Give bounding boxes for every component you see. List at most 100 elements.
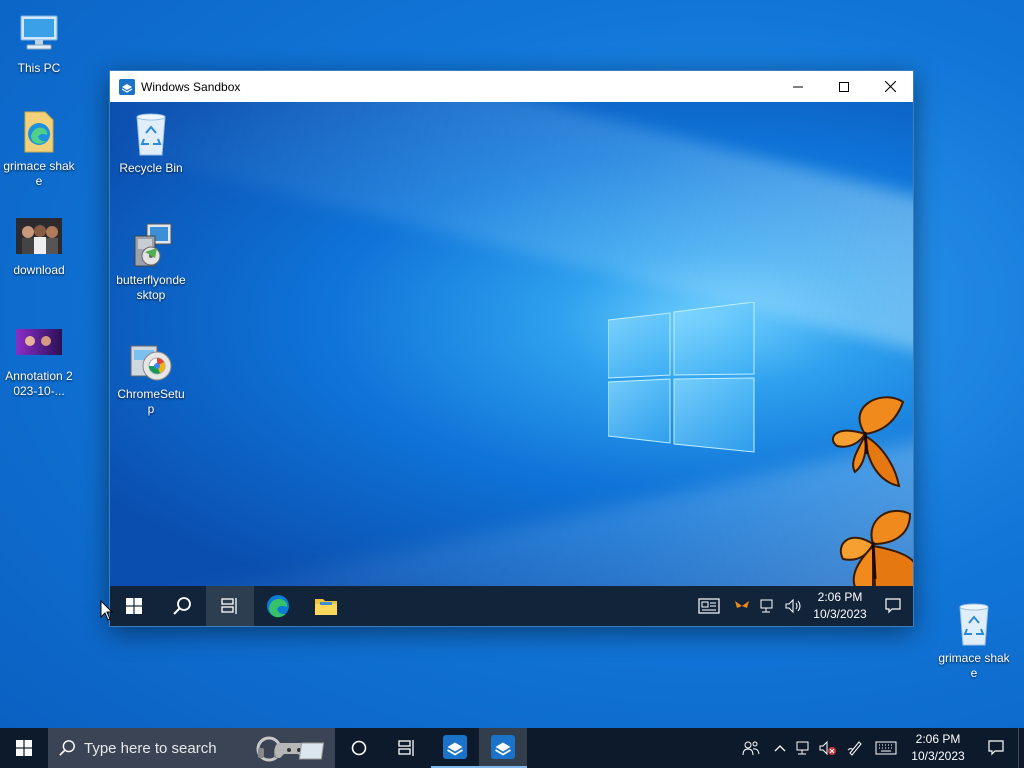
start-button[interactable]	[0, 728, 48, 768]
taskbar-clock[interactable]: 2:06 PM 10/3/2023	[902, 731, 974, 765]
sandbox-task-view-button[interactable]	[206, 586, 254, 626]
task-view-icon	[398, 740, 414, 756]
people-button[interactable]	[734, 728, 768, 768]
desktop-icon-download[interactable]: download	[0, 212, 78, 278]
desktop-icon-grimace-shake-folder[interactable]: grimace shake	[0, 108, 78, 189]
taskbar-sandbox-app[interactable]	[431, 728, 479, 768]
sandbox-system-tray: 2:06 PM 10/3/2023	[689, 586, 913, 626]
edge-folder-icon	[15, 108, 63, 156]
sandbox-icon-recycle-bin[interactable]: Recycle Bin	[112, 110, 190, 176]
wallpaper-light-beam	[110, 433, 913, 587]
sandbox-titlebar[interactable]: Windows Sandbox	[110, 71, 913, 102]
task-view-button[interactable]	[383, 728, 431, 768]
windows-start-icon	[16, 740, 32, 756]
recycle-bin-icon	[950, 600, 998, 648]
minimize-button[interactable]	[775, 71, 821, 102]
pen-icon	[847, 741, 862, 756]
search-highlight-image	[256, 736, 325, 762]
sandbox-desktop[interactable]: Recycle Bin butterflyondesktop ChromeSet…	[110, 102, 913, 587]
folder-icon	[315, 599, 337, 615]
volume-muted-button[interactable]	[816, 728, 840, 768]
cortana-button[interactable]	[335, 728, 383, 768]
sandbox-app-icon	[443, 735, 467, 759]
notifications-icon	[885, 598, 901, 614]
installer-icon	[127, 336, 175, 384]
search-icon	[173, 597, 191, 615]
sandbox-clock[interactable]: 2:06 PM 10/3/2023	[807, 589, 873, 623]
sandbox-date: 10/3/2023	[813, 607, 867, 621]
sandbox-time: 2:06 PM	[817, 590, 863, 604]
mouse-cursor-icon	[100, 600, 114, 621]
people-icon	[742, 741, 760, 756]
taskbar-time: 2:06 PM	[915, 732, 961, 746]
chevron-up-icon	[774, 745, 786, 752]
edge-browser-icon	[267, 595, 289, 618]
close-button[interactable]	[867, 71, 913, 102]
system-tray: 2:06 PM 10/3/2023	[734, 728, 1024, 768]
keyboard-icon	[875, 741, 897, 755]
desktop-icon-label: grimace shake	[3, 159, 75, 188]
butterfly-tray-icon	[735, 601, 749, 608]
notifications-button[interactable]	[974, 728, 1018, 768]
news-widget-button[interactable]	[689, 586, 729, 626]
sandbox-taskbar: 2:06 PM 10/3/2023	[110, 586, 913, 626]
sandbox-start-button[interactable]	[110, 586, 158, 626]
minimize-icon	[793, 86, 803, 87]
sandbox-search-button[interactable]	[158, 586, 206, 626]
taskbar-date: 10/3/2023	[911, 749, 965, 763]
image-thumbnail-icon	[15, 318, 63, 366]
desktop-icon-annotation[interactable]: Annotation 2023-10-...	[0, 318, 78, 399]
cortana-icon	[351, 740, 367, 756]
butterfly-image	[839, 509, 913, 587]
network-icon	[760, 599, 773, 613]
news-icon	[698, 598, 720, 614]
volume-muted-icon	[819, 740, 836, 756]
search-box[interactable]: Type here to search	[48, 728, 335, 768]
sandbox-notifications-button[interactable]	[873, 586, 913, 626]
desktop-icon-label: grimace shake	[938, 651, 1010, 680]
windows-start-icon	[126, 598, 142, 614]
desktop-icon-label: butterflyondesktop	[116, 273, 186, 302]
close-icon	[884, 81, 896, 92]
this-pc-icon	[15, 10, 63, 58]
sandbox-app-icon	[491, 735, 515, 759]
desktop-icon-label: Recycle Bin	[119, 161, 183, 175]
search-placeholder: Type here to search	[84, 739, 217, 757]
pen-workspace-button[interactable]	[840, 728, 870, 768]
task-view-icon	[221, 598, 237, 614]
taskbar: Type here to search 2:06 PM 10/3/2023	[0, 728, 1024, 768]
maximize-button[interactable]	[821, 71, 867, 102]
desktop-icon-label: download	[13, 263, 65, 277]
show-desktop-button[interactable]	[1018, 728, 1024, 768]
network-icon	[796, 741, 809, 755]
wallpaper-light-beam	[110, 102, 913, 360]
network-button[interactable]	[792, 728, 816, 768]
notifications-icon	[988, 740, 1004, 756]
sandbox-icon-chromesetup[interactable]: ChromeSetup	[112, 336, 190, 417]
network-button[interactable]	[755, 586, 781, 626]
photo-thumbnail-icon	[15, 212, 63, 260]
recycle-bin-icon	[127, 110, 175, 158]
windows-logo-wallpaper	[608, 302, 755, 453]
desktop-icon-grimace-shake-bin[interactable]: grimace shake	[935, 600, 1013, 681]
desktop-icon-label: This PC	[17, 61, 61, 75]
sandbox-window[interactable]: Windows Sandbox Recycle Bin butterflyond…	[109, 70, 914, 627]
butterfly-tray-button[interactable]	[729, 586, 755, 626]
sandbox-file-explorer-button[interactable]	[302, 586, 350, 626]
touch-keyboard-button[interactable]	[870, 728, 902, 768]
sandbox-edge-button[interactable]	[254, 586, 302, 626]
sandbox-icon-butterflyondesktop[interactable]: butterflyondesktop	[112, 222, 190, 303]
sandbox-window-title: Windows Sandbox	[141, 79, 241, 94]
taskbar-sandbox-window[interactable]	[479, 728, 527, 768]
maximize-icon	[839, 81, 849, 92]
desktop-icon-this-pc[interactable]: This PC	[0, 10, 78, 76]
butterfly-image	[831, 396, 905, 488]
search-icon	[59, 740, 75, 756]
show-hidden-icons-button[interactable]	[768, 728, 792, 768]
volume-icon	[785, 598, 801, 614]
sandbox-app-icon	[119, 78, 135, 95]
volume-button[interactable]	[781, 586, 807, 626]
desktop-icon-label: Annotation 2023-10-...	[5, 369, 73, 398]
installer-icon	[127, 222, 175, 270]
desktop-icon-label: ChromeSetup	[117, 387, 185, 416]
